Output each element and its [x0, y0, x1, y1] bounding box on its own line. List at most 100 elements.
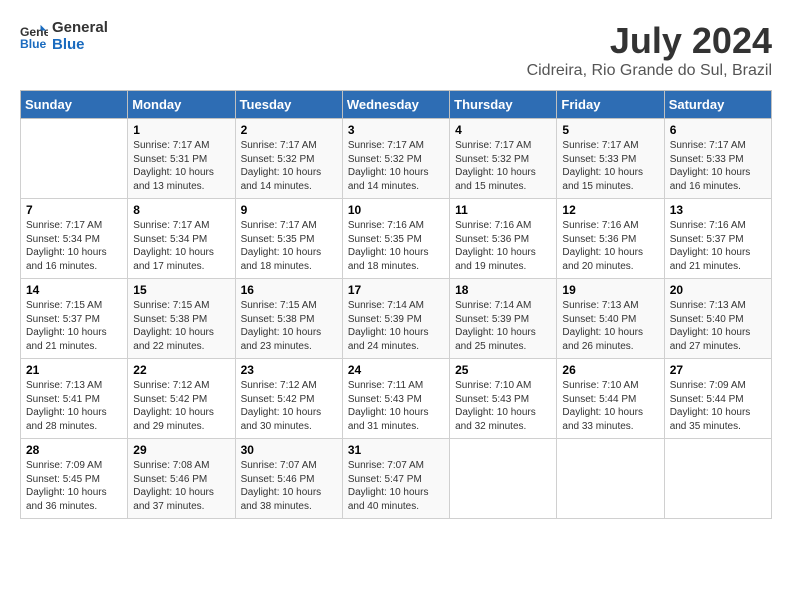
day-number: 12	[562, 203, 658, 217]
day-info: Sunrise: 7:10 AM Sunset: 5:43 PM Dayligh…	[455, 379, 551, 433]
day-info: Sunrise: 7:16 AM Sunset: 5:37 PM Dayligh…	[670, 219, 766, 273]
header-thursday: Thursday	[450, 91, 557, 119]
calendar-cell: 8Sunrise: 7:17 AM Sunset: 5:34 PM Daylig…	[128, 199, 235, 279]
day-number: 9	[241, 203, 337, 217]
calendar-cell: 12 Sunrise: 7:16 AM Sunset: 5:36 PM Dayli…	[557, 199, 664, 279]
day-number: 1	[133, 123, 229, 137]
day-number: 31	[348, 443, 444, 457]
day-info: Sunrise: 7:16 AM Sunset: 5:36 PM Dayligh…	[562, 219, 658, 273]
calendar-cell: 23 Sunrise: 7:12 AM Sunset: 5:42 PM Dayli…	[235, 359, 342, 439]
calendar-cell: 16 Sunrise: 7:15 AM Sunset: 5:38 PM Dayli…	[235, 279, 342, 359]
calendar-cell: 24Sunrise: 7:11 AM Sunset: 5:43 PM Dayli…	[342, 359, 449, 439]
day-number: 19	[562, 283, 658, 297]
day-number: 21	[26, 363, 122, 377]
calendar-cell	[557, 439, 664, 519]
header-friday: Friday	[557, 91, 664, 119]
day-number: 15	[133, 283, 229, 297]
day-number: 30	[241, 443, 337, 457]
calendar-week-row: 7Sunrise: 7:17 AM Sunset: 5:34 PM Daylig…	[21, 199, 772, 279]
day-number: 8	[133, 203, 229, 217]
calendar-cell: 22Sunrise: 7:12 AM Sunset: 5:42 PM Dayli…	[128, 359, 235, 439]
day-number: 11	[455, 203, 551, 217]
day-info: Sunrise: 7:07 AM Sunset: 5:47 PM Dayligh…	[348, 459, 444, 513]
day-info: Sunrise: 7:17 AM Sunset: 5:31 PM Dayligh…	[133, 139, 229, 193]
calendar-cell: 11 Sunrise: 7:16 AM Sunset: 5:36 PM Dayli…	[450, 199, 557, 279]
day-info: Sunrise: 7:15 AM Sunset: 5:38 PM Dayligh…	[241, 299, 337, 353]
calendar-cell: 21 Sunrise: 7:13 AM Sunset: 5:41 PM Dayli…	[21, 359, 128, 439]
header-saturday: Saturday	[664, 91, 771, 119]
logo: General Blue General Blue	[20, 20, 108, 53]
day-info: Sunrise: 7:15 AM Sunset: 5:38 PM Dayligh…	[133, 299, 229, 353]
calendar-cell	[21, 119, 128, 199]
calendar-cell: 29Sunrise: 7:08 AM Sunset: 5:46 PM Dayli…	[128, 439, 235, 519]
day-info: Sunrise: 7:10 AM Sunset: 5:44 PM Dayligh…	[562, 379, 658, 433]
day-info: Sunrise: 7:13 AM Sunset: 5:40 PM Dayligh…	[562, 299, 658, 353]
day-number: 10	[348, 203, 444, 217]
calendar-week-row: 21 Sunrise: 7:13 AM Sunset: 5:41 PM Dayli…	[21, 359, 772, 439]
day-info: Sunrise: 7:16 AM Sunset: 5:36 PM Dayligh…	[455, 219, 551, 273]
day-info: Sunrise: 7:17 AM Sunset: 5:33 PM Dayligh…	[562, 139, 658, 193]
day-info: Sunrise: 7:11 AM Sunset: 5:43 PM Dayligh…	[348, 379, 444, 433]
calendar-cell: 20 Sunrise: 7:13 AM Sunset: 5:40 PM Dayli…	[664, 279, 771, 359]
day-info: Sunrise: 7:12 AM Sunset: 5:42 PM Dayligh…	[241, 379, 337, 433]
calendar-cell: 19 Sunrise: 7:13 AM Sunset: 5:40 PM Dayli…	[557, 279, 664, 359]
calendar-cell: 5Sunrise: 7:17 AM Sunset: 5:33 PM Daylig…	[557, 119, 664, 199]
calendar-cell: 27 Sunrise: 7:09 AM Sunset: 5:44 PM Dayli…	[664, 359, 771, 439]
calendar-table: SundayMondayTuesdayWednesdayThursdayFrid…	[20, 90, 772, 519]
day-info: Sunrise: 7:07 AM Sunset: 5:46 PM Dayligh…	[241, 459, 337, 513]
day-number: 4	[455, 123, 551, 137]
day-info: Sunrise: 7:17 AM Sunset: 5:33 PM Dayligh…	[670, 139, 766, 193]
day-number: 25	[455, 363, 551, 377]
day-info: Sunrise: 7:15 AM Sunset: 5:37 PM Dayligh…	[26, 299, 122, 353]
day-number: 6	[670, 123, 766, 137]
calendar-cell: 3Sunrise: 7:17 AM Sunset: 5:32 PM Daylig…	[342, 119, 449, 199]
calendar-cell: 6 Sunrise: 7:17 AM Sunset: 5:33 PM Daylig…	[664, 119, 771, 199]
header-wednesday: Wednesday	[342, 91, 449, 119]
day-number: 16	[241, 283, 337, 297]
title-block: July 2024 Cidreira, Rio Grande do Sul, B…	[527, 20, 772, 80]
calendar-cell: 26 Sunrise: 7:10 AM Sunset: 5:44 PM Dayli…	[557, 359, 664, 439]
day-info: Sunrise: 7:17 AM Sunset: 5:35 PM Dayligh…	[241, 219, 337, 273]
calendar-week-row: 14 Sunrise: 7:15 AM Sunset: 5:37 PM Dayli…	[21, 279, 772, 359]
logo-general: General	[52, 20, 108, 37]
day-info: Sunrise: 7:17 AM Sunset: 5:32 PM Dayligh…	[455, 139, 551, 193]
header-sunday: Sunday	[21, 91, 128, 119]
calendar-cell: 13 Sunrise: 7:16 AM Sunset: 5:37 PM Dayli…	[664, 199, 771, 279]
day-info: Sunrise: 7:16 AM Sunset: 5:35 PM Dayligh…	[348, 219, 444, 273]
header-tuesday: Tuesday	[235, 91, 342, 119]
day-info: Sunrise: 7:17 AM Sunset: 5:34 PM Dayligh…	[26, 219, 122, 273]
calendar-cell: 30 Sunrise: 7:07 AM Sunset: 5:46 PM Dayli…	[235, 439, 342, 519]
day-number: 22	[133, 363, 229, 377]
day-info: Sunrise: 7:09 AM Sunset: 5:44 PM Dayligh…	[670, 379, 766, 433]
calendar-cell	[664, 439, 771, 519]
day-number: 23	[241, 363, 337, 377]
day-number: 13	[670, 203, 766, 217]
page-header: General Blue General Blue July 2024 Cidr…	[20, 20, 772, 80]
day-number: 28	[26, 443, 122, 457]
calendar-cell: 9 Sunrise: 7:17 AM Sunset: 5:35 PM Daylig…	[235, 199, 342, 279]
calendar-cell: 28Sunrise: 7:09 AM Sunset: 5:45 PM Dayli…	[21, 439, 128, 519]
day-number: 20	[670, 283, 766, 297]
header-monday: Monday	[128, 91, 235, 119]
day-info: Sunrise: 7:08 AM Sunset: 5:46 PM Dayligh…	[133, 459, 229, 513]
logo-blue: Blue	[52, 37, 108, 54]
calendar-cell: 17 Sunrise: 7:14 AM Sunset: 5:39 PM Dayli…	[342, 279, 449, 359]
day-info: Sunrise: 7:14 AM Sunset: 5:39 PM Dayligh…	[348, 299, 444, 353]
svg-text:Blue: Blue	[20, 37, 47, 51]
day-number: 26	[562, 363, 658, 377]
day-number: 17	[348, 283, 444, 297]
calendar-week-row: 28Sunrise: 7:09 AM Sunset: 5:45 PM Dayli…	[21, 439, 772, 519]
day-info: Sunrise: 7:17 AM Sunset: 5:32 PM Dayligh…	[348, 139, 444, 193]
day-number: 18	[455, 283, 551, 297]
month-year: July 2024	[527, 20, 772, 62]
day-info: Sunrise: 7:13 AM Sunset: 5:41 PM Dayligh…	[26, 379, 122, 433]
calendar-cell: 25 Sunrise: 7:10 AM Sunset: 5:43 PM Dayli…	[450, 359, 557, 439]
day-info: Sunrise: 7:13 AM Sunset: 5:40 PM Dayligh…	[670, 299, 766, 353]
day-number: 27	[670, 363, 766, 377]
calendar-cell: 31 Sunrise: 7:07 AM Sunset: 5:47 PM Dayli…	[342, 439, 449, 519]
calendar-cell: 4 Sunrise: 7:17 AM Sunset: 5:32 PM Daylig…	[450, 119, 557, 199]
day-number: 14	[26, 283, 122, 297]
calendar-cell: 14 Sunrise: 7:15 AM Sunset: 5:37 PM Dayli…	[21, 279, 128, 359]
calendar-cell: 10 Sunrise: 7:16 AM Sunset: 5:35 PM Dayli…	[342, 199, 449, 279]
logo-icon: General Blue	[20, 23, 48, 51]
